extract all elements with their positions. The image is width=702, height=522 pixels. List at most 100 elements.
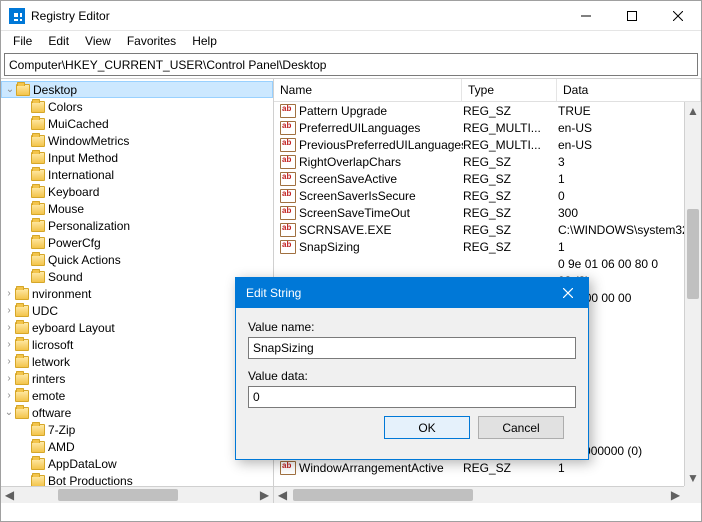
chevron-right-icon[interactable]: ›: [3, 390, 15, 401]
scroll-down-icon[interactable]: ▼: [685, 469, 701, 486]
maximize-button[interactable]: [609, 1, 655, 31]
listview-vscrollbar[interactable]: ▲ ▼: [684, 102, 701, 486]
menu-help[interactable]: Help: [184, 32, 225, 50]
tree-item[interactable]: Input Method: [1, 149, 273, 166]
list-row[interactable]: ScreenSaverIsSecureREG_SZ0: [274, 187, 701, 204]
list-row[interactable]: SnapSizingREG_SZ1: [274, 238, 701, 255]
folder-icon: [31, 152, 45, 164]
scroll-up-icon[interactable]: ▲: [685, 102, 701, 119]
folder-icon: [31, 254, 45, 266]
listview-hscrollbar[interactable]: ◀ ▶: [274, 486, 684, 503]
scroll-right-icon[interactable]: ▶: [667, 487, 684, 503]
tree-item[interactable]: International: [1, 166, 273, 183]
chevron-right-icon[interactable]: ›: [3, 288, 15, 299]
tree-item[interactable]: Quick Actions: [1, 251, 273, 268]
list-row[interactable]: PreviousPreferredUILanguagesREG_MULTI...…: [274, 136, 701, 153]
list-row[interactable]: RightOverlapCharsREG_SZ3: [274, 153, 701, 170]
list-row[interactable]: Pattern UpgradeREG_SZTRUE: [274, 102, 701, 119]
col-name[interactable]: Name: [274, 79, 462, 101]
tree-item[interactable]: Keyboard: [1, 183, 273, 200]
tree-item[interactable]: ⌄oftware: [1, 404, 273, 421]
row-type: REG_SZ: [463, 223, 558, 237]
tree-item[interactable]: ›letwork: [1, 353, 273, 370]
folder-icon: [15, 288, 29, 300]
chevron-down-icon[interactable]: ⌄: [3, 407, 15, 418]
tree-panel: ⌄Desktop Colors MuiCached WindowMetrics …: [1, 79, 274, 503]
edit-string-dialog: Edit String Value name: Value data: OK C…: [235, 277, 589, 460]
row-name: PreferredUILanguages: [299, 121, 463, 135]
tree-item[interactable]: ›emote: [1, 387, 273, 404]
tree-item[interactable]: Sound: [1, 268, 273, 285]
row-type: REG_SZ: [463, 155, 558, 169]
chevron-down-icon[interactable]: ⌄: [4, 84, 16, 95]
tree-item[interactable]: › rinters: [1, 370, 273, 387]
chevron-right-icon[interactable]: ›: [3, 339, 15, 350]
list-row[interactable]: PreferredUILanguagesREG_MULTI...en-US: [274, 119, 701, 136]
dialog-titlebar[interactable]: Edit String: [236, 278, 588, 308]
tree-item-label: UDC: [32, 304, 58, 318]
tree-item-label: AppDataLow: [48, 457, 117, 471]
tree-item-label: rinters: [32, 372, 65, 386]
cancel-button[interactable]: Cancel: [478, 416, 564, 439]
value-name-input[interactable]: [248, 337, 576, 359]
listview-header: Name Type Data: [274, 79, 701, 102]
chevron-right-icon[interactable]: ›: [3, 322, 15, 333]
tree-item[interactable]: ⌄Desktop: [1, 81, 273, 98]
tree-item-label: licrosoft: [32, 338, 73, 352]
minimize-button[interactable]: [563, 1, 609, 31]
ok-button[interactable]: OK: [384, 416, 470, 439]
tree-item[interactable]: PowerCfg: [1, 234, 273, 251]
folder-icon: [15, 373, 29, 385]
tree-item-label: AMD: [48, 440, 75, 454]
tree-item[interactable]: Personalization: [1, 217, 273, 234]
menu-edit[interactable]: Edit: [40, 32, 77, 50]
tree-item[interactable]: AMD: [1, 438, 273, 455]
value-data-input[interactable]: [248, 386, 576, 408]
row-name: Pattern Upgrade: [299, 104, 463, 118]
menu-view[interactable]: View: [77, 32, 119, 50]
tree-hscrollbar[interactable]: ◀ ▶: [1, 486, 273, 503]
chevron-right-icon[interactable]: ›: [3, 373, 15, 384]
window-title: Registry Editor: [31, 9, 110, 23]
tree-item[interactable]: 7-Zip: [1, 421, 273, 438]
col-type[interactable]: Type: [462, 79, 557, 101]
close-button[interactable]: [655, 1, 701, 31]
row-data: 3: [558, 155, 701, 169]
tree-item[interactable]: › licrosoft: [1, 336, 273, 353]
tree-item[interactable]: › eyboard Layout: [1, 319, 273, 336]
address-bar[interactable]: Computer\HKEY_CURRENT_USER\Control Panel…: [4, 53, 698, 76]
row-name: SCRNSAVE.EXE: [299, 223, 463, 237]
folder-icon: [16, 84, 30, 96]
scroll-corner: [684, 486, 701, 503]
tree-item[interactable]: Colors: [1, 98, 273, 115]
row-type: REG_SZ: [463, 189, 558, 203]
row-data: 0: [558, 189, 701, 203]
folder-icon: [31, 169, 45, 181]
menu-file[interactable]: File: [5, 32, 40, 50]
list-row[interactable]: 0 9e 01 06 00 80 0: [274, 255, 701, 272]
scroll-left-icon[interactable]: ◀: [274, 487, 291, 503]
list-row[interactable]: WindowArrangementActiveREG_SZ1: [274, 459, 701, 476]
list-row[interactable]: ScreenSaveActiveREG_SZ1: [274, 170, 701, 187]
reg-string-icon: [280, 172, 296, 186]
tree-item[interactable]: ›nvironment: [1, 285, 273, 302]
tree-item-label: eyboard Layout: [32, 321, 115, 335]
row-type: REG_SZ: [463, 206, 558, 220]
tree-item[interactable]: MuiCached: [1, 115, 273, 132]
tree-item[interactable]: AppDataLow: [1, 455, 273, 472]
row-type: REG_SZ: [463, 104, 558, 118]
list-row[interactable]: SCRNSAVE.EXEREG_SZC:\WINDOWS\system32\B: [274, 221, 701, 238]
reg-string-icon: [280, 461, 296, 475]
list-row[interactable]: ScreenSaveTimeOutREG_SZ300: [274, 204, 701, 221]
scroll-left-icon[interactable]: ◀: [1, 487, 18, 503]
tree-item[interactable]: › UDC: [1, 302, 273, 319]
tree-item[interactable]: WindowMetrics: [1, 132, 273, 149]
chevron-right-icon[interactable]: ›: [3, 305, 15, 316]
chevron-right-icon[interactable]: ›: [3, 356, 15, 367]
scroll-right-icon[interactable]: ▶: [256, 487, 273, 503]
col-data[interactable]: Data: [557, 79, 701, 101]
tree-item[interactable]: Mouse: [1, 200, 273, 217]
dialog-close-button[interactable]: [548, 278, 588, 308]
row-name: PreviousPreferredUILanguages: [299, 138, 463, 152]
menu-favorites[interactable]: Favorites: [119, 32, 184, 50]
